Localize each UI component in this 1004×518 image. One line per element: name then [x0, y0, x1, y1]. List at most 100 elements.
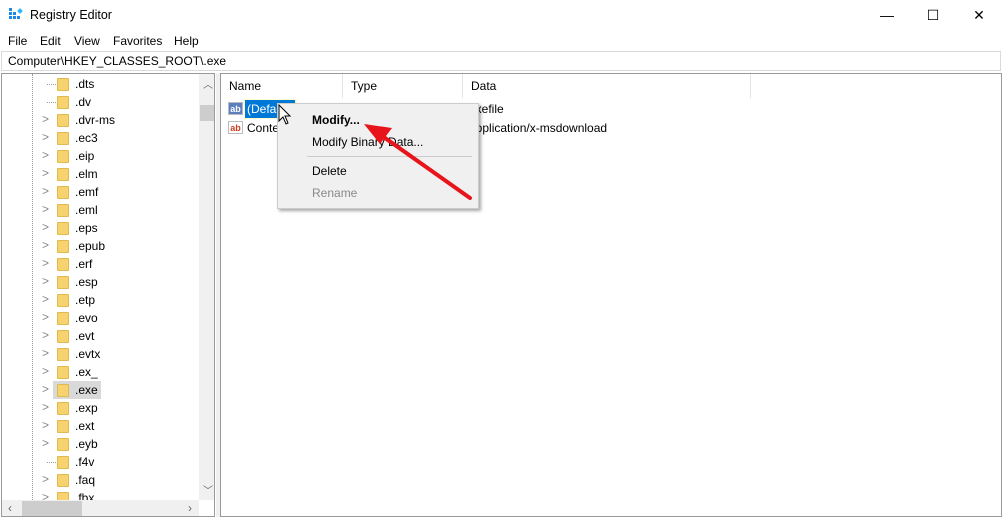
tree-item[interactable]: .dv	[2, 93, 202, 111]
key-tree[interactable]: .dts .dv > .dvr-ms > .ec3 > .eip > .elm > .emf > .eml…	[1, 73, 215, 517]
tree-item-label: .exe	[75, 383, 98, 397]
chevron-right-icon[interactable]: >	[42, 220, 49, 234]
menu-view[interactable]: View	[74, 34, 100, 48]
scroll-thumb-horizontal[interactable]	[22, 501, 82, 516]
chevron-right-icon[interactable]: >	[42, 112, 49, 126]
tree-item-label: .emf	[75, 185, 99, 199]
folder-icon	[57, 222, 69, 235]
tree-item-label: .evtx	[75, 347, 101, 361]
tree-item-label: .eps	[75, 221, 98, 235]
folder-icon	[57, 348, 69, 361]
folder-icon	[57, 96, 69, 109]
chevron-right-icon[interactable]: >	[42, 274, 49, 288]
chevron-right-icon[interactable]: >	[42, 310, 49, 324]
tree-item[interactable]: > .elm	[2, 165, 202, 183]
scroll-up-icon[interactable]: ︿	[203, 76, 213, 91]
tree-connector	[47, 84, 56, 85]
tree-item-label: .dv	[75, 95, 92, 109]
folder-icon	[57, 366, 69, 379]
scroll-right-icon[interactable]: ›	[188, 501, 192, 515]
folder-icon	[57, 258, 69, 271]
folder-icon	[57, 312, 69, 325]
menu-favorites[interactable]: Favorites	[113, 34, 162, 48]
chevron-right-icon[interactable]: >	[42, 256, 49, 270]
tree-item[interactable]: > .eml	[2, 201, 202, 219]
tree-item[interactable]: .f4v	[2, 453, 202, 471]
chevron-right-icon[interactable]: >	[42, 130, 49, 144]
chevron-right-icon[interactable]: >	[42, 382, 49, 396]
minimize-button[interactable]: —	[864, 0, 910, 31]
tree-item[interactable]: > .exp	[2, 399, 202, 417]
tree-horizontal-scrollbar[interactable]: ‹ ›	[2, 500, 199, 516]
tree-item[interactable]: > .eps	[2, 219, 202, 237]
tree-item[interactable]: .dts	[2, 75, 202, 93]
menu-bar: File Edit View Favorites Help	[0, 31, 1004, 51]
tree-item[interactable]: > .exe	[2, 381, 202, 399]
tree-item-label: .esp	[75, 275, 98, 289]
chevron-right-icon[interactable]: >	[42, 238, 49, 252]
tree-item[interactable]: > .evt	[2, 327, 202, 345]
chevron-right-icon[interactable]: >	[42, 328, 49, 342]
scroll-left-icon[interactable]: ‹	[8, 501, 12, 515]
tree-item[interactable]: > .epub	[2, 237, 202, 255]
chevron-right-icon[interactable]: >	[42, 418, 49, 432]
context-menu: Modify... Modify Binary Data... Delete R…	[277, 103, 479, 209]
column-header-name[interactable]: Name	[221, 74, 343, 98]
scroll-down-icon[interactable]: ﹀	[203, 482, 213, 497]
tree-item[interactable]: > .evtx	[2, 345, 202, 363]
chevron-right-icon[interactable]: >	[42, 400, 49, 414]
chevron-right-icon[interactable]: >	[42, 346, 49, 360]
string-value-icon: ab	[228, 102, 243, 115]
tree-item[interactable]: > .eyb	[2, 435, 202, 453]
folder-icon	[57, 204, 69, 217]
tree-item-label: .eyb	[75, 437, 98, 451]
menu-separator	[307, 156, 472, 157]
chevron-right-icon[interactable]: >	[42, 436, 49, 450]
tree-item[interactable]: > .eip	[2, 147, 202, 165]
close-button[interactable]: ✕	[956, 0, 1002, 31]
tree-item[interactable]: > .ext	[2, 417, 202, 435]
tree-item-label: .ex_	[75, 365, 98, 379]
tree-item[interactable]: > .dvr-ms	[2, 111, 202, 129]
column-header-type[interactable]: Type	[343, 74, 463, 98]
folder-icon	[57, 402, 69, 415]
tree-item[interactable]: > .esp	[2, 273, 202, 291]
chevron-right-icon[interactable]: >	[42, 364, 49, 378]
maximize-button[interactable]: ☐	[910, 0, 956, 31]
tree-item-label: .evo	[75, 311, 98, 325]
column-header-data[interactable]: Data	[463, 74, 751, 98]
tree-item-label: .dvr-ms	[75, 113, 115, 127]
tree-item-label: .f4v	[75, 455, 95, 469]
tree-item[interactable]: > .emf	[2, 183, 202, 201]
chevron-right-icon[interactable]: >	[42, 202, 49, 216]
tree-item[interactable]: > .erf	[2, 255, 202, 273]
menu-item-modify-binary-data[interactable]: Modify Binary Data...	[312, 135, 423, 149]
tree-item-label: .epub	[75, 239, 106, 253]
tree-item-label: .eip	[75, 149, 95, 163]
chevron-right-icon[interactable]: >	[42, 148, 49, 162]
tree-item[interactable]: > .etp	[2, 291, 202, 309]
chevron-right-icon[interactable]: >	[42, 292, 49, 306]
folder-icon	[57, 438, 69, 451]
tree-item-label: .elm	[75, 167, 98, 181]
tree-item[interactable]: > .evo	[2, 309, 202, 327]
chevron-right-icon[interactable]: >	[42, 166, 49, 180]
folder-icon	[57, 330, 69, 343]
menu-file[interactable]: File	[8, 34, 27, 48]
menu-edit[interactable]: Edit	[40, 34, 61, 48]
tree-item[interactable]: > .faq	[2, 471, 202, 489]
scroll-thumb[interactable]	[200, 105, 214, 121]
tree-connector	[47, 102, 56, 103]
mouse-cursor-icon	[278, 104, 292, 125]
tree-item[interactable]: > .ec3	[2, 129, 202, 147]
menu-help[interactable]: Help	[174, 34, 199, 48]
address-bar[interactable]: Computer\HKEY_CLASSES_ROOT\.exe	[1, 51, 1001, 71]
menu-item-delete[interactable]: Delete	[312, 164, 347, 178]
chevron-right-icon[interactable]: >	[42, 472, 49, 486]
tree-item-label: .ec3	[75, 131, 98, 145]
tree-item[interactable]: > .ex_	[2, 363, 202, 381]
tree-vertical-scrollbar[interactable]: ︿ ﹀	[199, 74, 214, 500]
menu-item-modify[interactable]: Modify...	[312, 113, 360, 127]
chevron-right-icon[interactable]: >	[42, 184, 49, 198]
tree-item-label: .erf	[75, 257, 93, 271]
